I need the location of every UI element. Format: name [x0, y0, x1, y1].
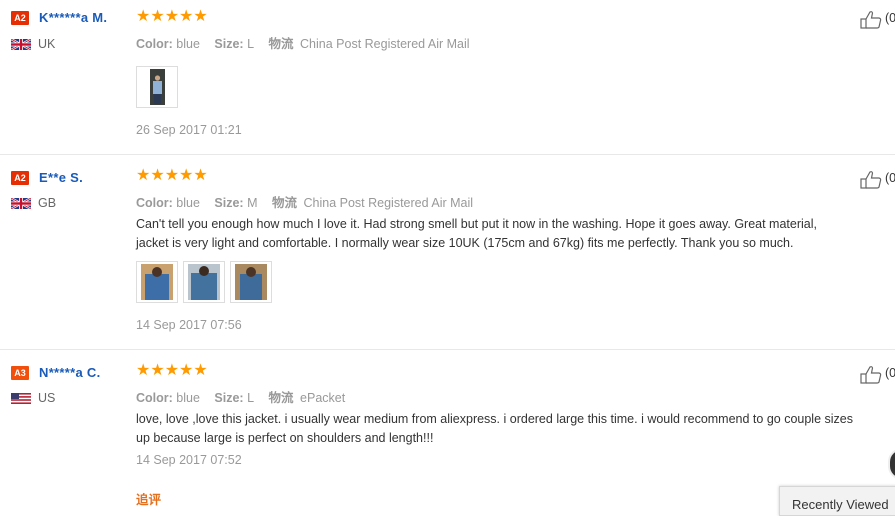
rating-stars: ★★★★★: [136, 362, 208, 379]
followup-link[interactable]: 追评: [136, 489, 161, 508]
reviewer-name[interactable]: N*****a C.: [39, 365, 101, 380]
helpful-count: (0: [885, 366, 895, 380]
review-photo[interactable]: [136, 261, 178, 303]
buyer-level-badge: A3: [11, 366, 29, 380]
review-date: 14 Sep 2017 07:52: [136, 453, 242, 467]
reviewer-country: US: [38, 391, 56, 405]
size-value: M: [247, 196, 258, 210]
reviewer-country: UK: [38, 37, 56, 51]
helpful-count: (0: [885, 11, 895, 25]
gb-flag-icon: [11, 198, 31, 209]
review-text-line: up because large is perfect on shoulders…: [136, 431, 434, 445]
photo-thumbnail: [150, 69, 165, 105]
review-text: Can't tell you enough how much I love it…: [136, 215, 895, 253]
review-divider: [0, 154, 895, 155]
shipping-value: ePacket: [300, 391, 346, 405]
order-info: Color: blue Size: L 物流 China Post Regist…: [136, 33, 470, 52]
size-label: Size:: [214, 391, 244, 405]
review-text-line: jacket is very light and comfortable. I …: [136, 236, 794, 250]
reviewer-name[interactable]: E**e S.: [39, 170, 83, 185]
size-label: Size:: [214, 196, 244, 210]
size-value: L: [247, 37, 255, 51]
review-photo[interactable]: [230, 261, 272, 303]
color-value: blue: [176, 391, 200, 405]
shipping-label: 物流: [272, 196, 298, 210]
recently-viewed-tab[interactable]: Recently Viewed: [779, 486, 895, 516]
helpful-count: (0: [885, 171, 895, 185]
review-date: 14 Sep 2017 07:56: [136, 318, 242, 332]
shipping-label: 物流: [268, 391, 294, 405]
recently-viewed-label: Recently Viewed: [792, 497, 889, 512]
size-value: L: [247, 391, 255, 405]
shipping-value: China Post Registered Air Mail: [300, 37, 470, 51]
order-info: Color: blue Size: L 物流 ePacket: [136, 387, 345, 406]
size-label: Size:: [214, 37, 244, 51]
color-label: Color:: [136, 196, 173, 210]
thumbs-up-icon[interactable]: [860, 11, 882, 29]
order-info: Color: blue Size: M 物流 China Post Regist…: [136, 192, 473, 211]
buyer-level-badge: A2: [11, 171, 29, 185]
floating-circle-button[interactable]: [888, 448, 895, 480]
color-value: blue: [176, 37, 200, 51]
reviewer-name[interactable]: K******a M.: [39, 10, 107, 25]
review-date: 26 Sep 2017 01:21: [136, 123, 242, 137]
thumbs-up-icon[interactable]: [860, 171, 882, 189]
thumbs-up-icon[interactable]: [860, 366, 882, 384]
rating-stars: ★★★★★: [136, 167, 208, 184]
review-text-line: love, love ,love this jacket. i usually …: [136, 412, 853, 426]
review-divider: [0, 349, 895, 350]
review-photo[interactable]: [183, 261, 225, 303]
review-photo[interactable]: [136, 66, 178, 108]
rating-stars: ★★★★★: [136, 8, 208, 25]
photo-thumbnail: [141, 264, 173, 300]
reviewer-country: GB: [38, 196, 57, 210]
uk-flag-icon: [11, 39, 31, 50]
color-label: Color:: [136, 37, 173, 51]
shipping-label: 物流: [268, 37, 294, 51]
color-value: blue: [176, 196, 200, 210]
us-flag-icon: [11, 393, 31, 404]
color-label: Color:: [136, 391, 173, 405]
review-text: love, love ,love this jacket. i usually …: [136, 410, 895, 448]
photo-thumbnail: [188, 264, 220, 300]
shipping-value: China Post Registered Air Mail: [303, 196, 474, 210]
buyer-level-badge: A2: [11, 11, 29, 25]
review-text-line: Can't tell you enough how much I love it…: [136, 217, 817, 231]
photo-thumbnail: [235, 264, 267, 300]
